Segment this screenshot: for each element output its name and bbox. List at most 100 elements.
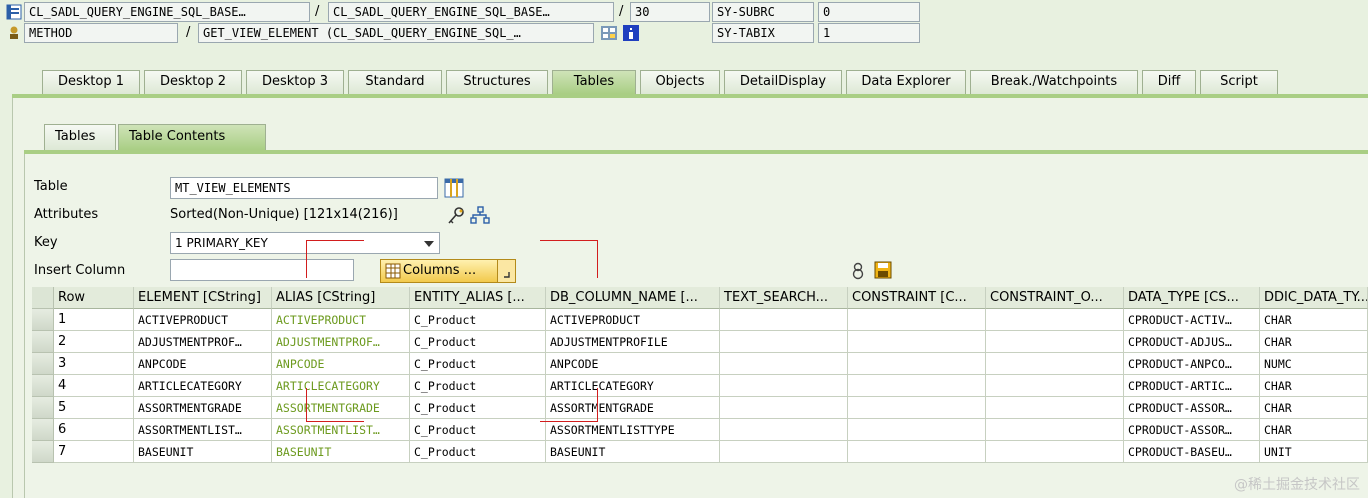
table-row[interactable]: 7 BASEUNIT BASEUNIT C_Product BASEUNIT CPRODU… xyxy=(32,441,1368,463)
tab-detaildisplay[interactable]: DetailDisplay xyxy=(724,70,842,94)
cell-element[interactable]: ADJUSTMENTPROF… xyxy=(134,331,272,353)
cell-text-search[interactable] xyxy=(720,331,848,353)
column-header-row[interactable]: Row xyxy=(54,287,134,309)
column-header-constraint-o[interactable]: CONSTRAINT_O... xyxy=(986,287,1124,309)
cell-constraint-o[interactable] xyxy=(986,353,1124,375)
cell-ddic-data-type[interactable]: UNIT xyxy=(1260,441,1368,463)
cell-row-number[interactable]: 2 xyxy=(54,331,134,353)
cell-data-type[interactable]: CPRODUCT-ASSOR… xyxy=(1124,419,1260,441)
tab-standard[interactable]: Standard xyxy=(348,70,442,94)
cell-text-search[interactable] xyxy=(720,353,848,375)
cell-entity-alias[interactable]: C_Product xyxy=(410,353,546,375)
sy-subrc-value[interactable]: 0 xyxy=(818,2,920,22)
tab-tables[interactable]: Tables xyxy=(552,70,636,94)
cell-ddic-data-type[interactable]: NUMC xyxy=(1260,353,1368,375)
cell-ddic-data-type[interactable]: CHAR xyxy=(1260,419,1368,441)
row-selector[interactable] xyxy=(32,375,54,397)
tab-data-explorer[interactable]: Data Explorer xyxy=(846,70,966,94)
cell-alias[interactable]: ANPCODE xyxy=(272,353,410,375)
cell-row-number[interactable]: 4 xyxy=(54,375,134,397)
cell-element[interactable]: ANPCODE xyxy=(134,353,272,375)
cell-entity-alias[interactable]: C_Product xyxy=(410,397,546,419)
cell-element[interactable]: ASSORTMENTLIST… xyxy=(134,419,272,441)
event-type-field[interactable]: METHOD xyxy=(24,23,178,43)
tab-desktop-3[interactable]: Desktop 3 xyxy=(246,70,344,94)
columns-menu-arrow[interactable] xyxy=(497,260,515,282)
cell-db-column-name[interactable]: ASSORTMENTGRADE xyxy=(546,397,720,419)
cell-ddic-data-type[interactable]: CHAR xyxy=(1260,375,1368,397)
tab-breakpoints[interactable]: Break./Watchpoints xyxy=(970,70,1138,94)
cell-constraint[interactable] xyxy=(848,331,986,353)
insert-column-input[interactable] xyxy=(170,259,354,281)
method-name-field[interactable]: GET_VIEW_ELEMENT (CL_SADL_QUERY_ENGINE_S… xyxy=(198,23,594,43)
cell-data-type[interactable]: CPRODUCT-ANPCO… xyxy=(1124,353,1260,375)
cell-alias[interactable]: ASSORTMENTLIST… xyxy=(272,419,410,441)
row-selector[interactable] xyxy=(32,419,54,441)
cell-row-number[interactable]: 7 xyxy=(54,441,134,463)
row-selector[interactable] xyxy=(32,331,54,353)
cell-ddic-data-type[interactable]: CHAR xyxy=(1260,331,1368,353)
cell-constraint[interactable] xyxy=(848,397,986,419)
cell-text-search[interactable] xyxy=(720,375,848,397)
cell-constraint-o[interactable] xyxy=(986,397,1124,419)
cell-text-search[interactable] xyxy=(720,441,848,463)
cell-alias[interactable]: ASSORTMENTGRADE xyxy=(272,397,410,419)
column-header-constraint[interactable]: CONSTRAINT [C... xyxy=(848,287,986,309)
structure-icon[interactable] xyxy=(470,206,490,226)
cell-constraint-o[interactable] xyxy=(986,419,1124,441)
cell-text-search[interactable] xyxy=(720,309,848,331)
table-row[interactable]: 6 ASSORTMENTLIST… ASSORTMENTLIST… C_Product… xyxy=(32,419,1368,441)
cell-data-type[interactable]: CPRODUCT-ACTIV… xyxy=(1124,309,1260,331)
tab-script[interactable]: Script xyxy=(1200,70,1278,94)
cell-entity-alias[interactable]: C_Product xyxy=(410,441,546,463)
cell-constraint[interactable] xyxy=(848,419,986,441)
column-header-element[interactable]: ELEMENT [CString] xyxy=(134,287,272,309)
column-header-ddic-data-type[interactable]: DDIC_DATA_TY... xyxy=(1260,287,1368,309)
cell-constraint-o[interactable] xyxy=(986,441,1124,463)
cell-row-number[interactable]: 6 xyxy=(54,419,134,441)
tab-objects[interactable]: Objects xyxy=(640,70,720,94)
filter-icon[interactable] xyxy=(850,262,866,280)
cell-text-search[interactable] xyxy=(720,397,848,419)
cell-entity-alias[interactable]: C_Product xyxy=(410,375,546,397)
cell-db-column-name[interactable]: ASSORTMENTLISTTYPE xyxy=(546,419,720,441)
cell-row-number[interactable]: 5 xyxy=(54,397,134,419)
cell-db-column-name[interactable]: ARTICLECATEGORY xyxy=(546,375,720,397)
column-header-db-column-name[interactable]: DB_COLUMN_NAME [... xyxy=(546,287,720,309)
include-name-field[interactable]: CL_SADL_QUERY_ENGINE_SQL_BASE… xyxy=(328,2,614,22)
select-all-cell[interactable] xyxy=(32,287,54,309)
cell-constraint-o[interactable] xyxy=(986,309,1124,331)
cell-ddic-data-type[interactable]: CHAR xyxy=(1260,309,1368,331)
cell-db-column-name[interactable]: ANPCODE xyxy=(546,353,720,375)
row-selector[interactable] xyxy=(32,397,54,419)
table-row[interactable]: 2 ADJUSTMENTPROF… ADJUSTMENTPROF… C_Product… xyxy=(32,331,1368,353)
subtab-tables[interactable]: Tables xyxy=(44,124,116,150)
key-icon[interactable] xyxy=(446,206,466,226)
cell-row-number[interactable]: 1 xyxy=(54,309,134,331)
save-icon[interactable] xyxy=(874,261,892,279)
dropdown-arrow-icon[interactable] xyxy=(424,238,434,247)
tab-diff[interactable]: Diff xyxy=(1142,70,1196,94)
cell-element[interactable]: BASEUNIT xyxy=(134,441,272,463)
cell-element[interactable]: ACTIVEPRODUCT xyxy=(134,309,272,331)
cell-constraint[interactable] xyxy=(848,441,986,463)
cell-constraint[interactable] xyxy=(848,353,986,375)
columns-button[interactable]: Columns ... xyxy=(380,259,516,283)
tab-structures[interactable]: Structures xyxy=(446,70,548,94)
table-name-input[interactable]: MT_VIEW_ELEMENTS xyxy=(170,177,438,199)
program-name-field[interactable]: CL_SADL_QUERY_ENGINE_SQL_BASE… xyxy=(24,2,310,22)
line-number-field[interactable]: 30 xyxy=(630,2,710,22)
row-selector[interactable] xyxy=(32,441,54,463)
row-selector[interactable] xyxy=(32,309,54,331)
cell-data-type[interactable]: CPRODUCT-BASEU… xyxy=(1124,441,1260,463)
cell-db-column-name[interactable]: ADJUSTMENTPROFILE xyxy=(546,331,720,353)
table-row[interactable]: 3 ANPCODE ANPCODE C_Product ANPCODE CPRODUCT-… xyxy=(32,353,1368,375)
cell-constraint-o[interactable] xyxy=(986,375,1124,397)
cell-data-type[interactable]: CPRODUCT-ASSOR… xyxy=(1124,397,1260,419)
cell-constraint[interactable] xyxy=(848,375,986,397)
cell-element[interactable]: ARTICLECATEGORY xyxy=(134,375,272,397)
cell-alias[interactable]: BASEUNIT xyxy=(272,441,410,463)
sy-tabix-value[interactable]: 1 xyxy=(818,23,920,43)
cell-entity-alias[interactable]: C_Product xyxy=(410,309,546,331)
table-row[interactable]: 1 ACTIVEPRODUCT ACTIVEPRODUCT C_Product ACTI… xyxy=(32,309,1368,331)
